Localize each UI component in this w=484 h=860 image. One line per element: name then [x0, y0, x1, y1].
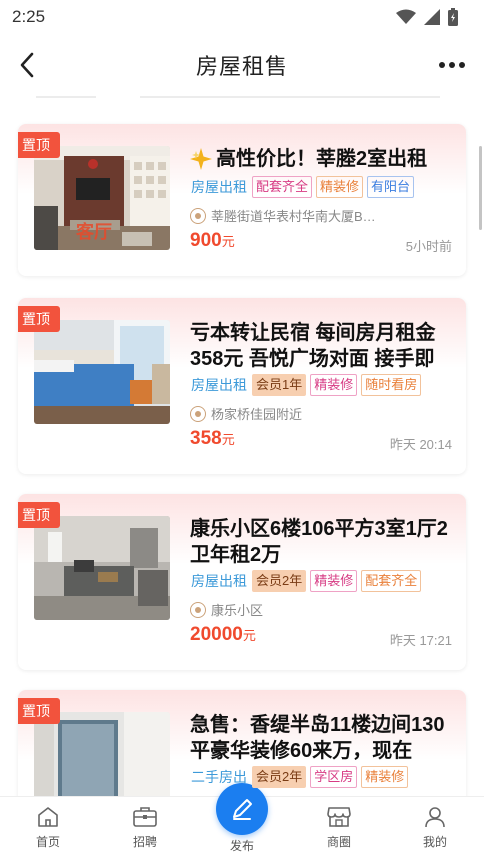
bedroom-photo [34, 320, 170, 424]
tag: 有阳台 [367, 176, 415, 198]
listing-info: 亏本转让民宿 每间房月租金358元 吾悦广场对面 接手即 房屋出租 会员1年 精… [190, 298, 452, 474]
pinned-badge: 置顶 [18, 502, 60, 528]
listing-title: 急售：香缇半岛11楼边间130平豪华装修60来万，现在 [190, 714, 445, 762]
back-button[interactable] [12, 50, 42, 80]
listing-type: 二手房出 [191, 769, 247, 785]
listing-thumbnail: 客厅 [34, 146, 170, 250]
member-badge: 会员2年 [252, 570, 307, 592]
price-value: 20000 [190, 624, 243, 645]
home-icon [38, 807, 58, 827]
listing-info: 高性价比！莘塍2室出租 房屋出租 配套齐全 精装修 有阳台 莘塍街道华表村华南大… [190, 124, 452, 276]
signal-icon [424, 9, 440, 25]
pinned-badge: 置顶 [18, 132, 60, 158]
address-text: 康乐小区 [211, 603, 264, 618]
address-row: 莘塍街道华表村华南大厦B… [190, 206, 376, 225]
member-badge: 会员2年 [252, 766, 307, 788]
wifi-icon [396, 9, 416, 24]
listing-type: 房屋出租 [191, 377, 247, 393]
tag-row: 二手房出 会员2年 学区房 精装修 [190, 766, 409, 788]
tab-label: 商圈 [326, 835, 351, 849]
tag: 配套齐全 [361, 570, 422, 592]
tag-row: 房屋出租 配套齐全 精装修 有阳台 [190, 176, 415, 198]
briefcase-icon [133, 807, 157, 827]
status-bar: 2:25 [0, 0, 484, 34]
tab-mine[interactable]: 我的 [405, 805, 465, 850]
listing-card[interactable]: 置顶 亏本转让民宿 每间房月租金358元 吾悦广场对面 接手即 房屋出租 会员1… [18, 298, 466, 474]
tag: 精装修 [310, 374, 358, 396]
more-dot-icon [449, 62, 455, 68]
listing-feed[interactable]: 置顶 客厅 高性价比！莘塍2室出租 房屋出租 配套齐全 精装修 有阳台 莘塍街道… [0, 96, 484, 796]
shop-icon [327, 807, 351, 827]
listing-card[interactable]: 置顶 急售：香缇半岛11楼边间130平豪华装修60来万，现在 二手房出 会员2年… [18, 690, 466, 796]
location-icon [190, 207, 206, 224]
price: 900元 [190, 230, 235, 252]
tag: 精装修 [316, 176, 364, 198]
listing-type: 房屋出租 [191, 179, 247, 195]
price: 358元 [190, 428, 235, 450]
pencil-icon [233, 799, 252, 820]
price-unit: 元 [242, 628, 256, 643]
pinned-badge: 置顶 [18, 306, 60, 332]
more-dot-icon [439, 62, 445, 68]
member-badge: 会员1年 [252, 374, 307, 396]
tab-shops[interactable]: 商圈 [309, 805, 369, 850]
apartment-photo [34, 712, 170, 796]
address-text: 杨家桥佳园附近 [211, 407, 303, 422]
price-unit: 元 [221, 432, 235, 447]
bottom-tab-bar: 首页 招聘 发布 商圈 我的 [0, 783, 484, 860]
price-value: 900 [190, 230, 222, 251]
post-time: 5小时前 [405, 239, 452, 254]
tab-home[interactable]: 首页 [18, 805, 78, 850]
scrollbar[interactable] [479, 146, 482, 230]
price-unit: 元 [221, 234, 235, 249]
listing-card[interactable]: 置顶 康乐小区6楼106平方3室1厅2卫年租2万 房屋出租 会员2年 精装修 配… [18, 494, 466, 670]
previous-card-remnant [0, 96, 484, 104]
listing-type: 房屋出租 [191, 573, 247, 589]
status-icons [396, 8, 458, 26]
status-time: 2:25 [12, 7, 46, 26]
thumbnail-caption: 客厅 [76, 222, 112, 242]
listing-thumbnail [34, 516, 170, 620]
listing-title: 康乐小区6楼106平方3室1厅2卫年租2万 [190, 518, 448, 566]
tag: 学区房 [310, 766, 358, 788]
tab-label: 我的 [422, 835, 447, 849]
more-button[interactable] [436, 52, 468, 78]
post-time: 昨天 20:14 [389, 437, 452, 452]
tag-row: 房屋出租 会员1年 精装修 随时看房 [190, 374, 422, 396]
tag: 精装修 [310, 570, 358, 592]
pinned-badge: 置顶 [18, 698, 60, 724]
listing-thumbnail [34, 320, 170, 424]
tab-jobs[interactable]: 招聘 [115, 805, 175, 850]
nav-bar: 房屋租售 [0, 34, 484, 96]
address-text: 莘塍街道华表村华南大厦B… [211, 209, 376, 224]
tag: 精装修 [361, 766, 409, 788]
listing-title: 亏本转让民宿 每间房月租金358元 吾悦广场对面 接手即 [190, 322, 436, 370]
listing-title: 高性价比！莘塍2室出租 [216, 148, 428, 170]
location-icon [190, 601, 206, 618]
address-row: 康乐小区 [190, 600, 263, 619]
user-icon [425, 807, 445, 828]
tag: 随时看房 [361, 374, 422, 396]
price: 20000元 [190, 624, 256, 646]
page-title: 房屋租售 [195, 54, 288, 79]
post-time: 昨天 17:21 [389, 633, 452, 648]
battery-icon [448, 8, 458, 26]
tab-label: 首页 [35, 835, 60, 849]
listing-info: 急售：香缇半岛11楼边间130平豪华装修60来万，现在 二手房出 会员2年 学区… [190, 690, 452, 796]
tag-row: 房屋出租 会员2年 精装修 配套齐全 [190, 570, 422, 592]
address-row: 杨家桥佳园附近 [190, 404, 302, 423]
price-value: 358 [190, 428, 222, 449]
tab-label: 招聘 [132, 835, 157, 849]
listing-thumbnail [34, 712, 170, 796]
more-dot-icon [459, 62, 465, 68]
listing-title-row: 高性价比！莘塍2室出租 [190, 146, 452, 172]
listing-card[interactable]: 置顶 客厅 高性价比！莘塍2室出租 房屋出租 配套齐全 精装修 有阳台 莘塍街道… [18, 124, 466, 276]
tag: 配套齐全 [252, 176, 313, 198]
listing-info: 康乐小区6楼106平方3室1厅2卫年租2万 房屋出租 会员2年 精装修 配套齐全… [190, 494, 452, 670]
living-room-photo [34, 516, 170, 620]
sparkle-icon [190, 148, 212, 170]
tab-label: 发布 [229, 839, 254, 853]
location-icon [190, 405, 206, 422]
chevron-left-icon [20, 52, 34, 78]
